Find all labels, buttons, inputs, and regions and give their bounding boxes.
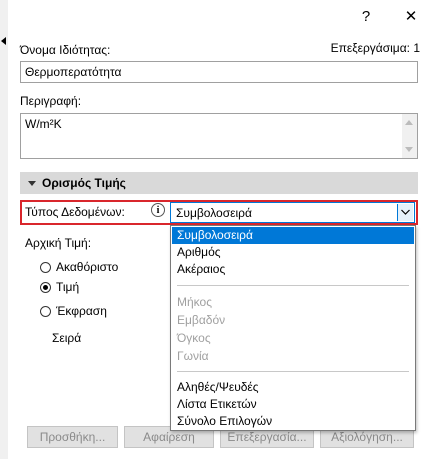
data-type-select[interactable]: Συμβολοσειρά [170, 202, 415, 223]
radio-circle-checked [40, 281, 51, 293]
description-text: W/m²K [25, 117, 62, 131]
initial-value-label: Αρχική Τιμή: [25, 236, 92, 250]
option-number[interactable]: Αριθμός [172, 244, 414, 261]
description-scrollbar[interactable] [402, 114, 417, 158]
radio-expression[interactable]: Έκφραση [40, 304, 107, 318]
property-name-input[interactable]: Θερμοπερατότητα [20, 61, 418, 83]
value-definition-section[interactable]: Ορισμός Τιμής [20, 172, 418, 194]
add-button[interactable]: Προσθήκη... [27, 426, 118, 448]
option-length: Μήκος [177, 295, 212, 309]
radio-circle [40, 305, 51, 317]
separator [177, 285, 409, 286]
option-area: Εμβαδόν [177, 313, 226, 327]
option-string[interactable]: Συμβολοσειρά [172, 227, 414, 244]
option-volume: Όγκος [177, 331, 211, 345]
edit-count-label: Επεξεργάσιμα: 1 [330, 41, 420, 55]
collapse-arrow-icon[interactable] [1, 37, 6, 45]
close-button[interactable]: ✕ [390, 0, 432, 32]
radio-value[interactable]: Τιμή [40, 280, 79, 294]
section-title: Ορισμός Τιμής [42, 176, 126, 190]
data-type-selected-value: Συμβολοσειρά [176, 206, 252, 220]
info-icon[interactable]: i [151, 203, 165, 217]
list-header-order: Σειρά [52, 331, 82, 345]
dropdown-chevron-icon[interactable] [397, 204, 413, 221]
radio-dot [43, 284, 48, 290]
description-label: Περιγραφή: [20, 94, 82, 108]
radio-expression-label: Έκφραση [56, 304, 107, 318]
separator [177, 371, 409, 372]
left-gutter [0, 0, 8, 459]
option-angle: Γωνία [177, 349, 209, 363]
property-name-label: Όνομα Ιδιότητας: [20, 43, 111, 57]
option-label-list[interactable]: Λίστα Ετικετών [172, 396, 414, 413]
option-option-set[interactable]: Σύνολο Επιλογών [172, 413, 414, 430]
data-type-label: Τύπος Δεδομένων: [25, 205, 125, 219]
scroll-up-icon[interactable] [405, 120, 413, 125]
expand-triangle-icon [28, 180, 36, 186]
radio-undefined[interactable]: Ακαθόριστο [40, 260, 118, 274]
radio-value-label: Τιμή [56, 280, 80, 294]
radio-undefined-label: Ακαθόριστο [56, 260, 119, 274]
radio-circle [40, 261, 51, 273]
description-textarea[interactable]: W/m²K [20, 113, 418, 159]
data-type-dropdown-list[interactable]: Συμβολοσειρά Αριθμός Ακέραιος Μήκος Εμβα… [170, 225, 416, 431]
scroll-down-icon[interactable] [405, 147, 413, 152]
option-boolean[interactable]: Αληθές/Ψευδές [172, 379, 414, 396]
option-integer[interactable]: Ακέραιος [172, 261, 414, 278]
help-button[interactable]: ? [345, 0, 387, 32]
